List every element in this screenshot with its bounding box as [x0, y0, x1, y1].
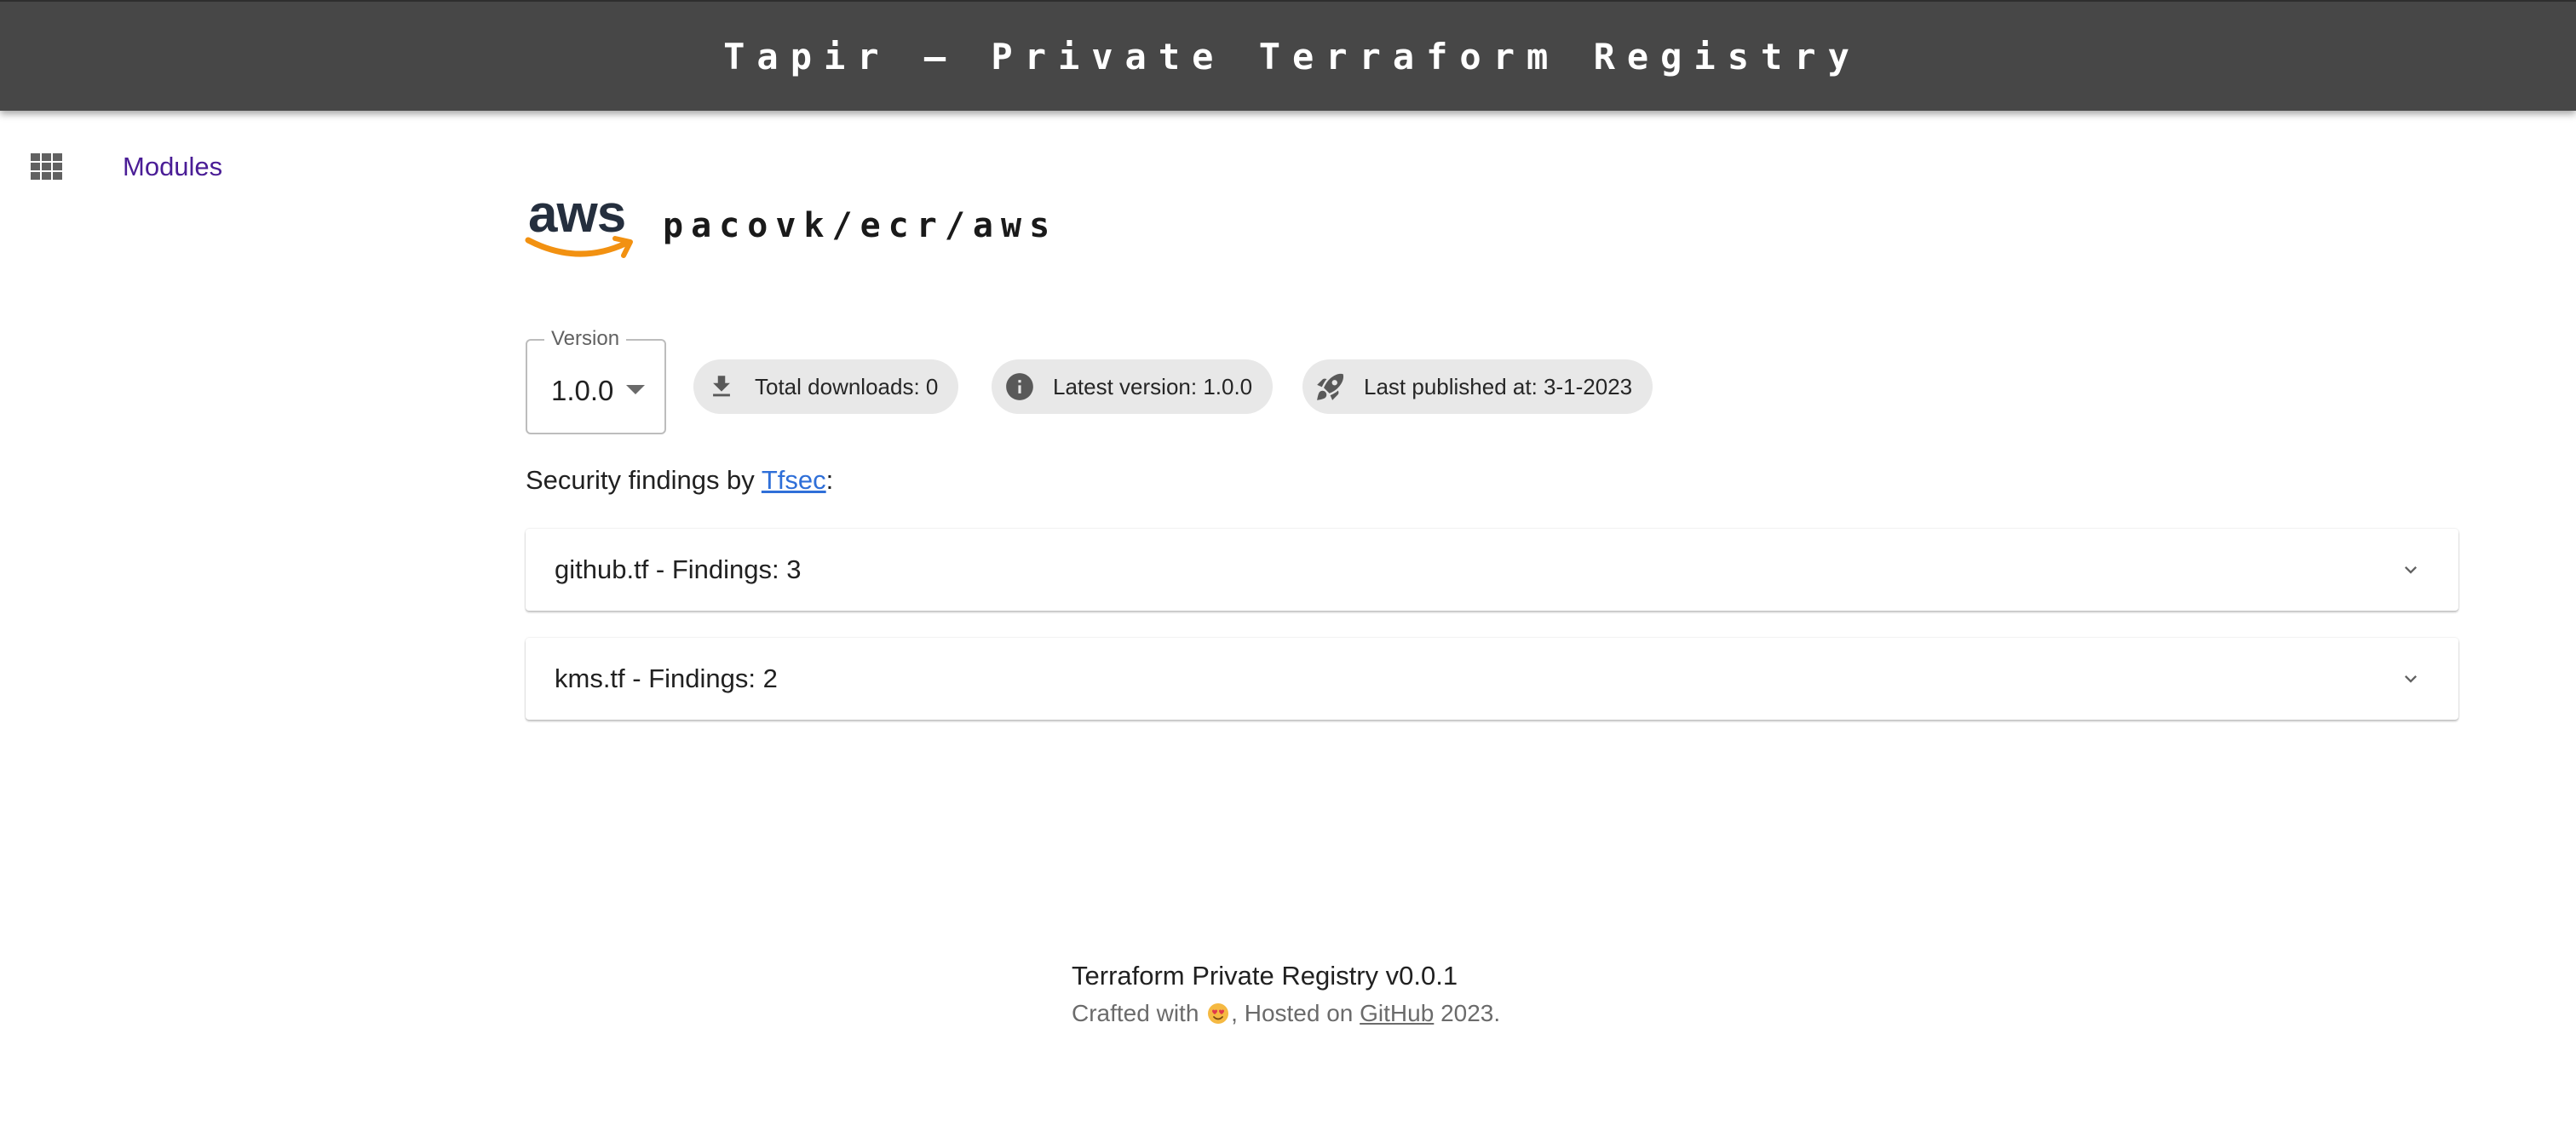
footer-year-text: 2023.	[1434, 1000, 1501, 1026]
download-icon	[705, 370, 738, 403]
footer-credits: Crafted with , Hosted on GitHub 2023.	[1072, 1000, 1500, 1027]
latest-version-chip: Latest version: 1.0.0	[992, 359, 1274, 414]
svg-text:aws: aws	[528, 189, 625, 244]
last-published-label: Last published at: 3-1-2023	[1364, 373, 1633, 399]
tfsec-link[interactable]: Tfsec	[762, 465, 826, 495]
dropdown-arrow-icon	[626, 385, 645, 394]
version-select-value: 1.0.0	[551, 375, 614, 406]
security-findings-heading: Security findings by Tfsec:	[526, 465, 833, 496]
footer-title: Terraform Private Registry v0.0.1	[1072, 961, 1458, 991]
last-published-chip: Last published at: 3-1-2023	[1302, 359, 1653, 414]
security-findings-prefix: Security findings by	[526, 465, 762, 495]
latest-version-label: Latest version: 1.0.0	[1053, 373, 1253, 399]
footer-hosted-text: , Hosted on	[1231, 1000, 1360, 1026]
apps-grid-icon[interactable]	[31, 153, 63, 181]
info-icon	[1003, 370, 1036, 403]
rocket-icon	[1314, 370, 1347, 403]
version-select-label: Version	[544, 327, 627, 351]
chevron-down-icon[interactable]	[2399, 558, 2423, 582]
accordion-title: github.tf - Findings: 3	[555, 554, 802, 584]
nav-modules-link[interactable]: Modules	[123, 152, 222, 182]
total-downloads-label: Total downloads: 0	[755, 373, 939, 399]
findings-accordion-github[interactable]: github.tf - Findings: 3	[526, 529, 2458, 611]
app-bar: Tapir – Private Terraform Registry	[0, 0, 2576, 111]
accordion-title: kms.tf - Findings: 2	[555, 663, 778, 693]
heart-eyes-emoji-icon	[1208, 1003, 1229, 1024]
github-link[interactable]: GitHub	[1360, 1000, 1434, 1026]
chevron-down-icon[interactable]	[2399, 667, 2423, 691]
aws-logo: aws	[525, 189, 633, 258]
footer-crafted-text: Crafted with	[1072, 1000, 1206, 1026]
findings-accordion-kms[interactable]: kms.tf - Findings: 2	[526, 638, 2458, 720]
app-title: Tapir – Private Terraform Registry	[723, 35, 1861, 78]
total-downloads-chip: Total downloads: 0	[693, 359, 959, 414]
module-name: pacovk/ecr/aws	[663, 206, 1058, 245]
security-findings-suffix: :	[825, 465, 834, 495]
version-select[interactable]: Version 1.0.0	[526, 327, 666, 434]
